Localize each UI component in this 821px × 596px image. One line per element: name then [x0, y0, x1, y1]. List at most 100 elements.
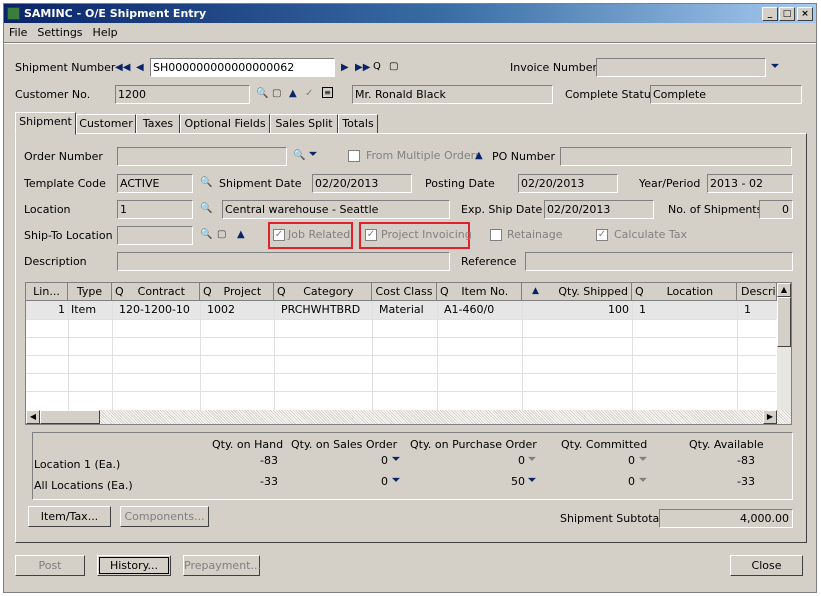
customer-check-icon[interactable]: ✓ — [305, 88, 313, 100]
col-header-line[interactable]: Lin... — [26, 283, 68, 301]
horizontal-scroll-thumb[interactable] — [40, 410, 100, 424]
vertical-scroll-thumb[interactable] — [777, 297, 791, 347]
cell-item-no: A1-460/0 — [444, 303, 495, 316]
po-number-label: PO Number — [492, 150, 555, 163]
cell-location: 1 — [639, 303, 646, 316]
category-finder-icon[interactable]: Q — [274, 283, 286, 300]
template-code-label: Template Code — [24, 177, 106, 190]
menu-settings[interactable]: Settings — [32, 24, 87, 42]
vertical-scrollbar[interactable]: ▲ — [777, 283, 791, 410]
all-sales-order-funnel-icon[interactable]: ⏷ — [392, 475, 400, 486]
col-header-location[interactable]: Q Location — [632, 283, 737, 301]
template-search-icon[interactable]: 🔍 — [200, 177, 212, 189]
history-button[interactable]: History... — [97, 555, 171, 576]
item-tax-button[interactable]: Item/Tax... — [28, 506, 111, 527]
ship-to-location-field — [117, 226, 193, 245]
first-record-icon[interactable]: ◀◀ — [115, 62, 130, 74]
last-record-icon[interactable]: ▶▶ — [355, 62, 370, 74]
maximize-button[interactable]: □ — [779, 7, 795, 21]
customer-search-icon[interactable]: 🔍 — [256, 88, 268, 100]
window-title: SAMINC - O/E Shipment Entry — [24, 7, 207, 20]
po-up-icon[interactable]: ▲ — [475, 150, 483, 162]
contract-finder-icon[interactable]: Q — [112, 283, 124, 300]
new-document-icon[interactable]: ▢ — [389, 61, 398, 73]
table-row[interactable]: 1 Item 120-1200-10 1002 PRCHWHTBRD Mater… — [26, 301, 777, 319]
horizontal-scrollbar[interactable]: ◀ ▶ — [26, 410, 791, 424]
components-button[interactable]: Components... — [120, 506, 209, 527]
col-header-contract[interactable]: Q Contract — [112, 283, 200, 301]
tab-sales-split[interactable]: Sales Split — [270, 114, 338, 134]
col-header-project[interactable]: Q Project — [200, 283, 274, 301]
tab-customer[interactable]: Customer — [76, 114, 136, 134]
year-period-label: Year/Period — [639, 177, 701, 190]
prev-record-icon[interactable]: ◀ — [136, 62, 144, 74]
close-window-button[interactable]: × — [797, 7, 813, 21]
prepayment-button[interactable]: Prepayment... — [183, 555, 261, 576]
location-qty-on-hand: -83 — [260, 454, 278, 467]
ship-to-up-icon[interactable]: ▲ — [237, 229, 245, 241]
ship-to-search-icon[interactable]: 🔍 — [200, 229, 212, 241]
job-related-checkbox[interactable]: ✓ — [273, 229, 285, 241]
project-invoicing-label: Project Invoicing — [381, 228, 472, 241]
search-icon[interactable]: Q — [373, 61, 381, 73]
finder-funnel-icon[interactable]: ⏷ — [771, 61, 779, 72]
menu-help[interactable]: Help — [88, 24, 123, 42]
tab-shipment[interactable]: Shipment — [15, 112, 76, 135]
tab-totals[interactable]: Totals — [338, 114, 378, 134]
template-code-field: ACTIVE — [117, 174, 193, 193]
tab-optional-fields[interactable]: Optional Fields — [180, 114, 270, 134]
exp-ship-date-label: Exp. Ship Date — [461, 203, 543, 216]
grid-rule — [737, 301, 738, 411]
all-purchase-order-funnel-icon[interactable]: ⏷ — [528, 475, 536, 486]
customer-detail-icon[interactable]: ≡ — [322, 87, 333, 98]
retainage-checkbox[interactable] — [490, 229, 502, 241]
col-header-cost-class[interactable]: Cost Class — [372, 283, 437, 301]
location-qty-on-sales-order: 0 — [381, 454, 388, 467]
all-locations-qty-label: All Locations (Ea.) — [34, 479, 133, 492]
post-button[interactable]: Post — [15, 555, 85, 576]
tab-taxes[interactable]: Taxes — [136, 114, 180, 134]
grid-rule — [112, 301, 113, 411]
col-header-qty-shipped[interactable]: ▲ Qty. Shipped — [522, 283, 632, 301]
location-search-icon[interactable]: 🔍 — [200, 203, 212, 215]
project-finder-icon[interactable]: Q — [200, 283, 212, 300]
scroll-left-arrow-icon[interactable]: ◀ — [26, 410, 40, 424]
sort-up-icon[interactable]: ▲ — [522, 283, 539, 300]
from-multiple-orders-checkbox[interactable] — [348, 150, 360, 162]
next-record-icon[interactable]: ▶ — [341, 62, 349, 74]
app-icon — [7, 7, 20, 20]
no-of-shipments-field: 0 — [759, 200, 793, 219]
shipment-subtotal-label: Shipment Subtotal — [560, 512, 663, 525]
invoice-number-field — [596, 58, 766, 77]
scroll-up-arrow-icon[interactable]: ▲ — [777, 283, 791, 297]
calculate-tax-checkbox[interactable]: ✓ — [596, 229, 608, 241]
committed-funnel-icon[interactable]: ⏷ — [639, 454, 647, 465]
grid-rule — [632, 301, 633, 411]
reference-label: Reference — [461, 255, 517, 268]
col-header-category[interactable]: Q Category — [274, 283, 372, 301]
item-finder-icon[interactable]: Q — [437, 283, 449, 300]
order-funnel-icon[interactable]: ⏷ — [309, 149, 317, 160]
customer-up-icon[interactable]: ▲ — [289, 88, 297, 100]
project-invoicing-checkbox[interactable]: ✓ — [365, 229, 377, 241]
location-description-field: Central warehouse - Seattle — [222, 200, 450, 219]
purchase-order-funnel-icon[interactable]: ⏷ — [528, 454, 536, 465]
close-button[interactable]: Close — [730, 555, 803, 576]
order-search-icon[interactable]: 🔍 — [293, 150, 305, 162]
shipment-number-input[interactable]: SH000000000000000062 — [150, 58, 335, 77]
col-header-type[interactable]: Type — [68, 283, 112, 301]
col-header-description[interactable]: Descri — [737, 283, 777, 301]
location-finder-icon[interactable]: Q — [632, 283, 644, 300]
menu-file[interactable]: File — [4, 24, 32, 42]
detail-grid[interactable]: Lin... Type Q Contract Q Project Q Category… — [25, 282, 792, 425]
invoice-number-label: Invoice Number — [510, 61, 598, 74]
scroll-right-arrow-icon[interactable]: ▶ — [763, 410, 777, 424]
location-qty-on-purchase-order: 0 — [518, 454, 525, 467]
minimize-button[interactable]: _ — [762, 7, 778, 21]
grid-rule — [26, 337, 776, 338]
all-committed-funnel-icon[interactable]: ⏷ — [639, 475, 647, 486]
customer-new-icon[interactable]: ▢ — [272, 88, 281, 100]
sales-order-funnel-icon[interactable]: ⏷ — [392, 454, 400, 465]
ship-to-new-icon[interactable]: ▢ — [217, 229, 226, 241]
col-header-item-no[interactable]: Q Item No. — [437, 283, 522, 301]
